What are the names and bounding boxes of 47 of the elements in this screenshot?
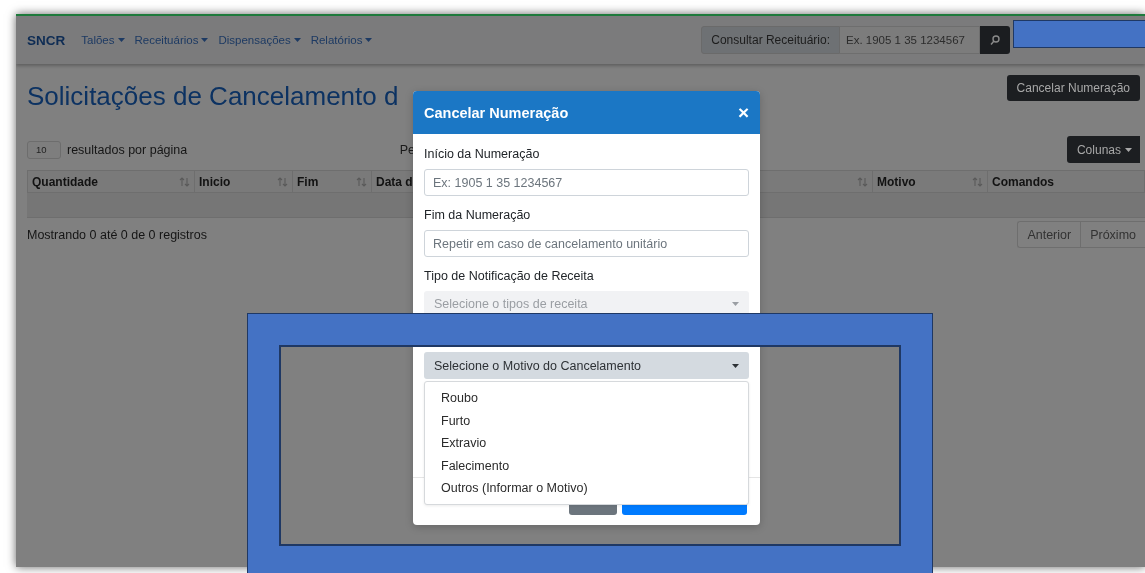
table-info: Mostrando 0 até 0 de 0 registros bbox=[27, 227, 207, 242]
modal-title: Cancelar Numeração bbox=[424, 104, 569, 121]
dropdown-option[interactable]: Falecimento bbox=[425, 454, 748, 477]
caret-icon bbox=[365, 38, 373, 42]
search-icon bbox=[990, 34, 1000, 46]
dropdown-option[interactable]: Extravio bbox=[425, 432, 748, 455]
caret-icon bbox=[1125, 147, 1132, 152]
nav-menu[interactable]: Receituários bbox=[134, 34, 209, 46]
column-header[interactable]: Fim bbox=[293, 170, 372, 193]
page-length-label: resultados por página bbox=[67, 142, 188, 157]
search-field[interactable]: Ex. 1905 1 35 1234567 bbox=[840, 26, 980, 54]
search-label: Consultar Receituário: bbox=[701, 26, 840, 54]
column-header[interactable]: Motivo bbox=[873, 170, 988, 193]
select-field[interactable]: Selecione o Motivo do Cancelamento bbox=[424, 352, 749, 379]
nav-menu[interactable]: Dispensações bbox=[218, 34, 301, 46]
brand-logo[interactable]: SNCR bbox=[27, 32, 66, 48]
columns-button[interactable]: Colunas bbox=[1066, 136, 1140, 163]
page-title: Solicitações de Cancelamento d bbox=[27, 80, 399, 113]
close-button[interactable]: × bbox=[737, 103, 749, 122]
sort-icon[interactable] bbox=[356, 176, 367, 187]
column-header[interactable]: Quantidade bbox=[27, 170, 195, 193]
pagination-button[interactable]: Anterior bbox=[1018, 222, 1081, 247]
search-button[interactable] bbox=[980, 26, 1010, 54]
sort-icon[interactable] bbox=[972, 176, 983, 187]
dropdown-option[interactable]: Roubo bbox=[425, 387, 748, 410]
pagination-button[interactable]: Próximo bbox=[1080, 222, 1145, 247]
sort-icon[interactable] bbox=[179, 176, 190, 187]
field-label: Início da Numeração bbox=[424, 146, 541, 162]
field-label: Tipo de Notificação de Receita bbox=[424, 268, 595, 284]
page-length-select[interactable]: 10 bbox=[27, 140, 61, 159]
input-field[interactable]: Ex: 1905 1 35 1234567 bbox=[424, 169, 749, 196]
sort-icon[interactable] bbox=[277, 176, 288, 187]
caret-icon bbox=[293, 38, 301, 42]
caret-icon bbox=[117, 38, 125, 42]
input-field[interactable]: Repetir em caso de cancelamento unitário bbox=[424, 230, 749, 257]
sort-icon[interactable] bbox=[857, 176, 868, 187]
field-label: Fim da Numeração bbox=[424, 207, 532, 223]
nav-menu[interactable]: Relatórios bbox=[310, 34, 373, 46]
nav-menu[interactable]: Talões bbox=[81, 34, 125, 46]
caret-icon bbox=[732, 363, 739, 368]
dropdown-option[interactable]: Outros (Informar o Motivo) bbox=[425, 477, 748, 500]
column-header[interactable]: Inicio bbox=[195, 170, 293, 193]
cancel-numbering-button[interactable]: Cancelar Numeração bbox=[1006, 75, 1140, 101]
column-header[interactable]: Comandos bbox=[988, 170, 1145, 193]
caret-icon bbox=[201, 38, 209, 42]
caret-icon bbox=[732, 302, 739, 306]
dropdown-option[interactable]: Furto bbox=[425, 409, 748, 432]
